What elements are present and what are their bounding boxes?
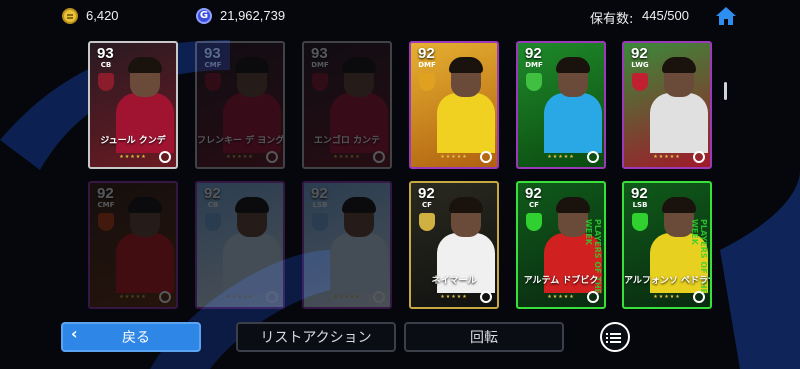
- efootball-logo-icon: [373, 151, 385, 163]
- player-image: [219, 195, 283, 293]
- list-action-button[interactable]: リストアクション: [236, 322, 396, 352]
- owned-count-label: 保有数:: [590, 12, 634, 27]
- player-image: [540, 55, 604, 153]
- player-card[interactable]: 93 CB ジュール クンデ ★★★★★: [88, 41, 178, 169]
- player-image: [326, 195, 390, 293]
- efootball-logo-icon: [480, 291, 492, 303]
- back-button[interactable]: ‹ 戻る: [61, 322, 201, 352]
- player-card[interactable]: 93 DMF エンゴロ カンテ ★★★★★: [302, 41, 392, 169]
- efootball-logo-icon: [373, 291, 385, 303]
- efootball-logo-icon: [266, 151, 278, 163]
- player-card[interactable]: 93 CMF フレンキー デ ヨング ★★★★★: [195, 41, 285, 169]
- player-card[interactable]: 92 CB ★★★★★: [195, 181, 285, 309]
- player-card[interactable]: 92 CF ネイマール ★★★★★: [409, 181, 499, 309]
- top-bar: 6,420 G 21,962,739 保有数: 445/500: [0, 0, 800, 34]
- card-player-name: エンゴロ カンテ: [313, 136, 381, 146]
- card-player-name: フレンキー デ ヨング: [197, 136, 285, 146]
- efootball-logo-icon: [587, 151, 599, 163]
- list-menu-icon[interactable]: [600, 322, 630, 352]
- card-player-name: アルフォンソ ペドラサ: [624, 276, 712, 286]
- owned-count-value: 445/500: [642, 8, 689, 23]
- card-player-name: ネイマール: [431, 276, 477, 286]
- efootball-logo-icon: [266, 291, 278, 303]
- gp-amount: 6,420: [86, 8, 119, 23]
- player-card[interactable]: 92 CF PLAYERS OF THE WEEK アルテム ドブビク ★★★★★: [516, 181, 606, 309]
- efootball-logo-icon: [159, 291, 171, 303]
- rotate-button[interactable]: 回転: [404, 322, 564, 352]
- gp-coin-icon: [62, 8, 78, 24]
- home-icon[interactable]: [715, 6, 737, 26]
- player-card[interactable]: 92 LSB ★★★★★: [302, 181, 392, 309]
- player-image: [433, 55, 497, 153]
- efootball-coin-icon: G: [196, 8, 212, 24]
- scrollbar[interactable]: [724, 82, 727, 100]
- chevron-left-icon: ‹: [71, 324, 78, 343]
- efootball-logo-icon: [693, 151, 705, 163]
- player-card[interactable]: 92 LSB PLAYERS OF THE WEEK アルフォンソ ペドラサ ★★★★★: [622, 181, 712, 309]
- player-image: [112, 195, 176, 293]
- back-label: 戻る: [122, 330, 150, 346]
- player-card[interactable]: 92 CMF ★★★★★: [88, 181, 178, 309]
- player-card[interactable]: 92 LWG ★★★★★: [622, 41, 712, 169]
- card-player-name: アルテム ドブビク: [523, 276, 599, 286]
- player-card[interactable]: 92 DMF ★★★★★: [409, 41, 499, 169]
- card-player-name: ジュール クンデ: [100, 136, 166, 146]
- efootball-logo-icon: [159, 151, 171, 163]
- player-card[interactable]: 92 DMF ★★★★★: [516, 41, 606, 169]
- efootball-logo-icon: [693, 291, 705, 303]
- efootball-logo-icon: [587, 291, 599, 303]
- efootball-logo-icon: [480, 151, 492, 163]
- player-image: [646, 55, 710, 153]
- coin-amount: 21,962,739: [220, 8, 286, 23]
